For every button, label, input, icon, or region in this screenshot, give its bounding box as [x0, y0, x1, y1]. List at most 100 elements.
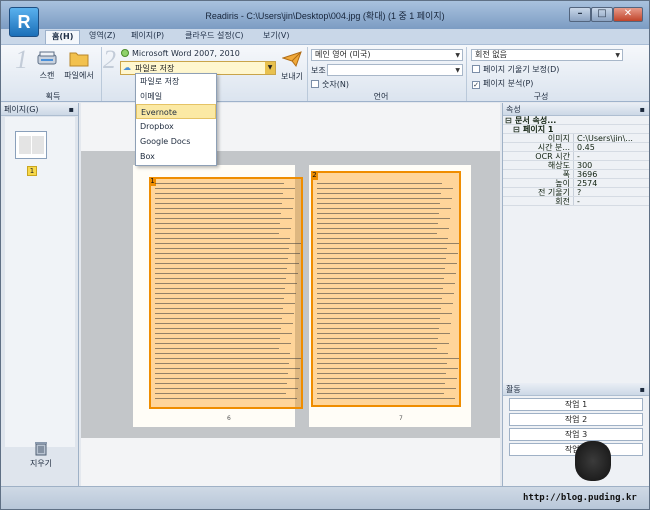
- numbers-checkbox[interactable]: [311, 80, 319, 88]
- close-button[interactable]: ✕: [613, 7, 643, 22]
- text-line: [155, 293, 296, 294]
- pin-icon[interactable]: ▪: [640, 383, 645, 396]
- text-line: [317, 308, 441, 309]
- tab-page[interactable]: 페이지(P): [125, 30, 170, 44]
- ribbon: 1 스캔 파일에서 획득 2 Microsoft Word 2007, 2010…: [1, 44, 649, 102]
- property-value: 3696: [573, 170, 646, 178]
- document-properties-node[interactable]: ⊟ 문서 속성...: [503, 116, 649, 125]
- acquire-group-title: 획득: [45, 92, 61, 101]
- page-thumbnail[interactable]: [15, 131, 47, 159]
- property-row: 폭 3696: [503, 170, 649, 179]
- main-language-value: 메인 영어 (미국): [315, 50, 371, 59]
- text-line: [155, 238, 290, 239]
- property-key: 회전: [555, 197, 570, 206]
- sub-language-select[interactable]: ▼: [327, 64, 463, 76]
- analyze-label: 페이지 분석(P): [483, 79, 534, 88]
- trash-icon: [35, 442, 47, 456]
- job-item[interactable]: 작업 3: [509, 428, 643, 441]
- text-line: [155, 253, 300, 254]
- property-value: ?: [573, 188, 646, 196]
- pages-panel-header: 페이지(G) ▪: [1, 103, 78, 116]
- save-target-dropdown-arrow[interactable]: ▼: [265, 62, 275, 74]
- text-line: [155, 378, 299, 379]
- text-line: [155, 188, 295, 189]
- zone-number: 1: [149, 177, 156, 186]
- menu-item-save-file[interactable]: 파일로 저장: [136, 74, 216, 89]
- main-language-select[interactable]: 메인 영어 (미국) ▼: [311, 49, 463, 61]
- from-file-button[interactable]: 파일에서: [61, 49, 97, 81]
- job-item[interactable]: 작업 2: [509, 413, 643, 426]
- text-line: [155, 248, 289, 249]
- deskew-checkbox[interactable]: [472, 65, 480, 73]
- chevron-down-icon: ▼: [455, 52, 460, 59]
- text-line: [155, 363, 289, 364]
- step-2-number: 2: [103, 45, 116, 74]
- output-format-row[interactable]: Microsoft Word 2007, 2010: [121, 49, 240, 58]
- numbers-option[interactable]: 숫자(N): [311, 79, 349, 90]
- ocr-zone-2[interactable]: 2: [311, 171, 461, 407]
- text-line: [317, 393, 444, 394]
- menu-item-evernote[interactable]: Evernote: [136, 104, 216, 119]
- text-line: [155, 313, 294, 314]
- tab-view[interactable]: 보기(V): [257, 30, 295, 44]
- menu-item-dropbox[interactable]: Dropbox: [136, 119, 216, 134]
- property-value: 300: [573, 161, 646, 169]
- pin-icon[interactable]: ▪: [640, 103, 645, 116]
- rotation-select[interactable]: 회전 없음 ▼: [471, 49, 623, 61]
- page-thumbnail-list: 1: [5, 117, 75, 447]
- page-number-badge: 1: [27, 166, 37, 176]
- menu-item-box[interactable]: Box: [136, 149, 216, 164]
- analyze-checkbox[interactable]: ✓: [472, 81, 480, 89]
- deskew-label: 페이지 기울기 보정(D): [483, 65, 560, 74]
- text-line: [155, 228, 291, 229]
- send-button[interactable]: 보내기: [277, 50, 307, 82]
- step-1-number: 1: [15, 45, 28, 74]
- activity-panel-header: 활동 ▪: [503, 383, 649, 396]
- collapse-icon[interactable]: ⊟: [505, 116, 512, 124]
- text-line: [155, 258, 288, 259]
- pin-icon[interactable]: ▪: [69, 103, 74, 116]
- numbers-label: 숫자(N): [322, 80, 349, 89]
- folder-icon: [69, 52, 89, 67]
- text-line: [155, 353, 290, 354]
- menu-item-email[interactable]: 이메일: [136, 89, 216, 104]
- tab-zone[interactable]: 영역(Z): [83, 30, 121, 44]
- document-canvas: 1 2 6 7: [81, 151, 500, 438]
- collapse-icon[interactable]: ⊟: [513, 125, 520, 133]
- maximize-button[interactable]: □: [591, 7, 613, 22]
- text-line: [317, 318, 440, 319]
- property-row: 해상도 300: [503, 161, 649, 170]
- job-item[interactable]: 작업 1: [509, 398, 643, 411]
- text-line: [155, 318, 282, 319]
- property-key: 폭: [562, 170, 570, 179]
- text-line: [317, 333, 450, 334]
- text-line: [317, 338, 438, 339]
- text-line: [317, 233, 437, 234]
- delete-button[interactable]: 지우기: [13, 440, 69, 480]
- text-line: [317, 293, 454, 294]
- application-window: Readiris - C:\Users\jin\Desktop\004.jpg …: [0, 0, 650, 510]
- tab-home[interactable]: 홈(H): [45, 30, 81, 44]
- text-line: [155, 358, 301, 359]
- property-row: 높이 2574: [503, 179, 649, 188]
- window-title: Readiris - C:\Users\jin\Desktop\004.jpg …: [205, 11, 445, 21]
- paper-plane-icon: [282, 51, 302, 68]
- rotation-value: 회전 없음: [475, 50, 507, 59]
- page-node[interactable]: ⊟ 페이지 1: [503, 125, 649, 134]
- deskew-option[interactable]: 페이지 기울기 보정(D): [472, 64, 559, 75]
- text-line: [317, 353, 448, 354]
- analyze-option[interactable]: ✓ 페이지 분석(P): [472, 78, 533, 89]
- text-line: [317, 343, 449, 344]
- text-line: [155, 343, 291, 344]
- text-line: [317, 243, 459, 244]
- menu-item-google-docs[interactable]: Google Docs: [136, 134, 216, 149]
- text-line: [317, 363, 447, 364]
- tab-cloud-settings[interactable]: 클라우드 설정(C): [179, 30, 250, 44]
- app-menu-button[interactable]: R: [9, 7, 39, 37]
- text-line: [155, 288, 285, 289]
- minimize-button[interactable]: –: [569, 7, 591, 22]
- property-value: -: [573, 197, 646, 205]
- scan-button[interactable]: 스캔: [33, 49, 61, 81]
- title-bar: Readiris - C:\Users\jin\Desktop\004.jpg …: [1, 1, 649, 29]
- scan-label: 스캔: [39, 71, 55, 80]
